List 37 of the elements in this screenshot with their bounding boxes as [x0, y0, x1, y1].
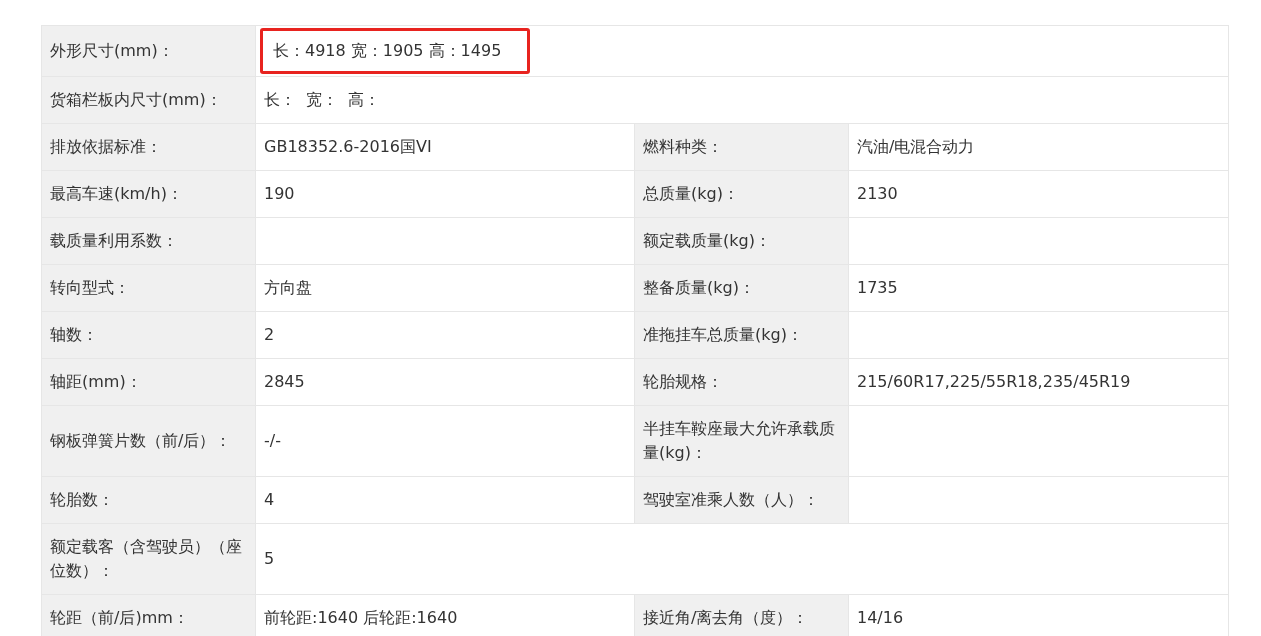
spec-label: 货箱栏板内尺寸(mm)：	[41, 76, 256, 124]
spec-label: 接近角/离去角（度）：	[634, 594, 849, 636]
spec-label: 轮距（前/后)mm：	[41, 594, 256, 636]
spec-label: 最高车速(km/h)：	[41, 170, 256, 218]
spec-value: 215/60R17,225/55R18,235/45R19	[857, 372, 1131, 391]
spec-label: 轮胎规格：	[634, 358, 849, 406]
spec-label: 轴距(mm)：	[41, 358, 256, 406]
spec-value: 14/16	[857, 608, 904, 627]
spec-value: GB18352.6-2016国VI	[264, 137, 432, 156]
spec-value: 长： 宽： 高：	[264, 90, 381, 109]
spec-label: 轮胎数：	[41, 476, 256, 524]
spec-label: 外形尺寸(mm)：	[41, 25, 256, 77]
spec-value: 前轮距:1640 后轮距:1640	[264, 608, 458, 627]
spec-value: 汽油/电混合动力	[857, 137, 975, 156]
spec-value: 2130	[857, 184, 898, 203]
spec-label: 额定载客（含驾驶员）（座位数）：	[41, 523, 256, 595]
spec-label: 钢板弹簧片数（前/后）：	[41, 405, 256, 477]
spec-value: 4	[264, 490, 275, 509]
spec-label: 载质量利用系数：	[41, 217, 256, 265]
spec-label: 总质量(kg)：	[634, 170, 849, 218]
spec-value: 5	[264, 549, 275, 568]
spec-value: 190	[264, 184, 295, 203]
spec-label: 整备质量(kg)：	[634, 264, 849, 312]
highlighted-value: 长：4918 宽：1905 高：1495	[260, 28, 531, 74]
spec-label: 额定载质量(kg)：	[634, 217, 849, 265]
spec-value: 2845	[264, 372, 305, 391]
spec-label: 驾驶室准乘人数（人）：	[634, 476, 849, 524]
spec-label: 准拖挂车总质量(kg)：	[634, 311, 849, 359]
spec-label: 燃料种类：	[634, 123, 849, 171]
spec-label: 转向型式：	[41, 264, 256, 312]
spec-value: 1735	[857, 278, 898, 297]
spec-label: 排放依据标准：	[41, 123, 256, 171]
spec-value: -/-	[264, 431, 281, 450]
spec-value: 方向盘	[264, 278, 312, 297]
spec-value: 2	[264, 325, 275, 344]
spec-label: 半挂车鞍座最大允许承载质量(kg)：	[634, 405, 849, 477]
spec-label: 轴数：	[41, 311, 256, 359]
